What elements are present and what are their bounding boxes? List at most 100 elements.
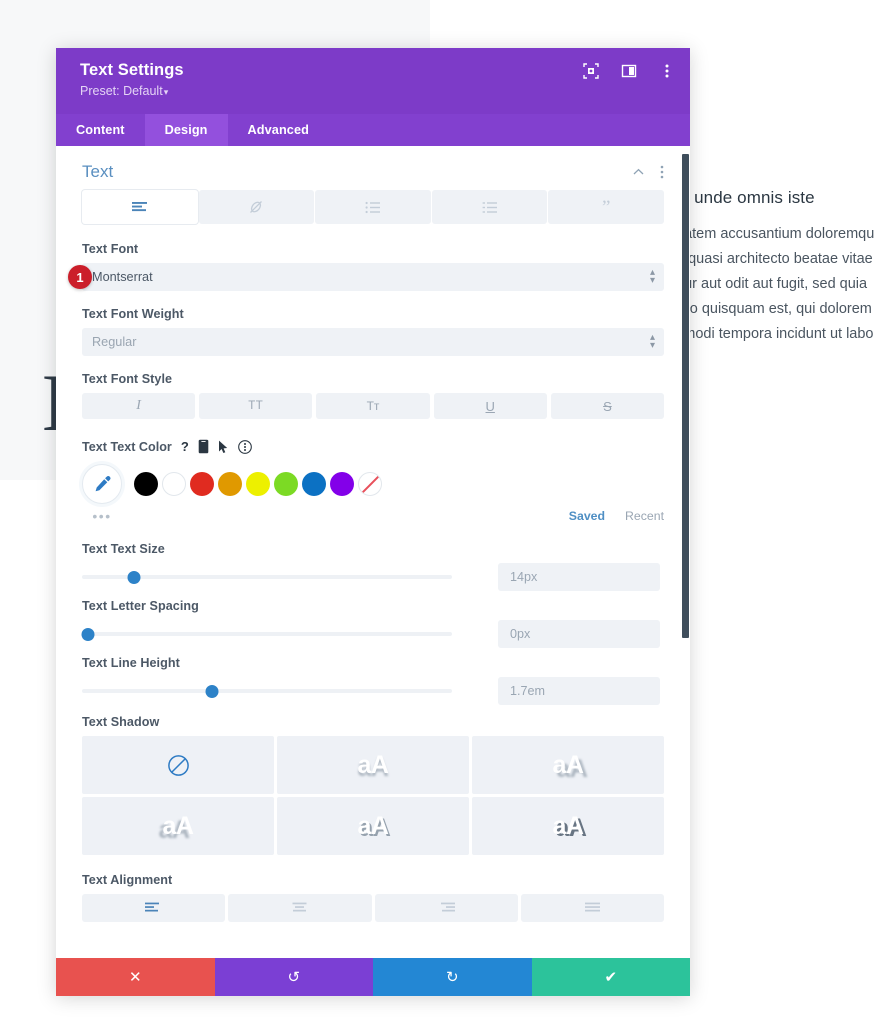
vertical-dots-icon[interactable] bbox=[660, 165, 664, 179]
shadow-preset-hard-dark[interactable]: aA bbox=[472, 797, 664, 855]
shadow-preset-down[interactable]: aA bbox=[277, 736, 469, 794]
label-text-font: Text Font bbox=[82, 242, 139, 256]
small-caps-icon: Tт bbox=[366, 399, 380, 413]
label-text-font-style: Text Font Style bbox=[82, 372, 173, 386]
swatch-red[interactable] bbox=[190, 472, 214, 496]
background-article-line: s modi tempora incidunt ut labo bbox=[672, 325, 874, 342]
help-icon[interactable]: ? bbox=[181, 439, 189, 454]
modal-header-actions bbox=[582, 62, 676, 80]
shadow-sample: aA bbox=[357, 811, 389, 840]
align-left-icon bbox=[145, 902, 160, 912]
letter-spacing-slider[interactable] bbox=[81, 621, 452, 647]
modal-header: Text Settings Preset: Default▾ bbox=[56, 48, 690, 114]
chevron-up-icon[interactable] bbox=[633, 168, 644, 176]
preset-selector[interactable]: Preset: Default▾ bbox=[80, 84, 670, 98]
close-icon: ✕ bbox=[128, 969, 142, 986]
modal-body: Text ” Text Font 1 Montserrat ▴ ▾ Text F… bbox=[56, 146, 690, 958]
swatch-black[interactable] bbox=[134, 472, 158, 496]
redo-icon: ↻ bbox=[445, 969, 459, 986]
text-size-row: Text Text Size 14px bbox=[82, 542, 664, 591]
font-style-strikethrough-button[interactable]: S bbox=[550, 393, 665, 419]
font-style-uppercase-button[interactable]: TT bbox=[199, 393, 313, 419]
label-text-size: Text Text Size bbox=[82, 542, 165, 556]
slider-thumb[interactable] bbox=[127, 570, 141, 584]
screen: E tis unde omnis iste ptatem accusantium… bbox=[0, 0, 880, 1036]
tab-advanced[interactable]: Advanced bbox=[228, 114, 329, 146]
slider-track bbox=[82, 632, 452, 636]
color-options-icon[interactable] bbox=[237, 439, 252, 454]
preset-label: Preset: Default bbox=[80, 84, 163, 98]
undo-icon: ↺ bbox=[287, 969, 301, 986]
text-font-weight-value: Regular bbox=[92, 335, 137, 349]
layout-panel-icon[interactable] bbox=[620, 62, 638, 80]
focus-icon[interactable] bbox=[582, 62, 600, 80]
line-height-value[interactable]: 1.7em bbox=[498, 677, 660, 705]
swatch-yellow[interactable] bbox=[246, 472, 270, 496]
cancel-button[interactable]: ✕ bbox=[56, 958, 215, 996]
undo-button[interactable]: ↺ bbox=[214, 958, 373, 996]
toggle-link[interactable] bbox=[198, 190, 315, 224]
align-justify-button[interactable] bbox=[520, 894, 664, 922]
section-title: Text bbox=[82, 162, 114, 181]
saved-colors-tab[interactable]: Saved bbox=[569, 509, 605, 523]
toggle-quote[interactable]: ” bbox=[548, 190, 664, 224]
shadow-preset-none[interactable] bbox=[82, 736, 274, 794]
toggle-ordered-list[interactable] bbox=[431, 190, 548, 224]
swatch-white[interactable] bbox=[162, 472, 186, 496]
line-height-slider[interactable] bbox=[82, 678, 452, 704]
align-center-icon bbox=[292, 902, 307, 912]
strikethrough-icon: S bbox=[603, 398, 612, 414]
more-options-icon[interactable] bbox=[658, 62, 676, 80]
slider-track bbox=[82, 689, 452, 693]
save-button[interactable]: ✔ bbox=[531, 958, 690, 996]
responsive-mobile-icon[interactable] bbox=[198, 439, 209, 454]
tab-design[interactable]: Design bbox=[144, 114, 228, 146]
shadow-preset-down-right[interactable]: aA bbox=[472, 736, 664, 794]
text-size-value[interactable]: 14px bbox=[498, 563, 660, 591]
shadow-sample: aA bbox=[552, 811, 584, 840]
font-style-underline-button[interactable]: U bbox=[433, 393, 547, 419]
eyedropper-icon[interactable] bbox=[82, 464, 122, 504]
select-arrows-icon: ▴ ▾ bbox=[649, 267, 655, 286]
slider-thumb[interactable] bbox=[81, 627, 95, 641]
swatch-orange[interactable] bbox=[218, 472, 242, 496]
shadow-sample: aA bbox=[162, 811, 194, 840]
toggle-paragraph[interactable] bbox=[82, 190, 198, 224]
slider-thumb[interactable] bbox=[205, 684, 218, 698]
shadow-preset-down-left[interactable]: aA bbox=[82, 797, 274, 855]
redo-button[interactable]: ↻ bbox=[373, 958, 532, 996]
background-article-line: atur aut odit aut fugit, sed quia bbox=[672, 275, 868, 292]
text-font-select[interactable]: 1 Montserrat ▴ ▾ bbox=[68, 263, 664, 291]
swatch-purple[interactable] bbox=[330, 472, 354, 496]
swatch-transparent[interactable] bbox=[358, 472, 382, 496]
recent-colors-tab[interactable]: Recent bbox=[625, 509, 664, 523]
no-shadow-icon bbox=[167, 754, 189, 776]
swatch-blue[interactable] bbox=[302, 472, 326, 496]
label-text-alignment: Text Alignment bbox=[82, 873, 173, 887]
toggle-unordered-list[interactable] bbox=[315, 190, 431, 224]
text-color-label-row: Text Text Color ? bbox=[82, 439, 664, 454]
font-style-smallcaps-button[interactable]: Tт bbox=[316, 393, 430, 419]
align-right-button[interactable] bbox=[374, 894, 518, 922]
quote-icon: ” bbox=[601, 196, 611, 218]
text-size-slider[interactable] bbox=[82, 564, 452, 590]
font-style-group: I TT Tт U S bbox=[82, 393, 665, 419]
font-style-italic-button[interactable]: I bbox=[82, 393, 196, 419]
modal-scrollbar-thumb[interactable] bbox=[682, 154, 689, 638]
text-font-weight-select[interactable]: Regular ▴ ▾ bbox=[82, 328, 664, 356]
label-line-height: Text Line Height bbox=[82, 656, 180, 670]
text-shadow-grid: aA aA aA aA aA bbox=[82, 736, 664, 855]
background-article-heading: tis unde omnis iste bbox=[672, 188, 815, 207]
align-right-icon bbox=[440, 902, 455, 912]
label-text-font-weight: Text Font Weight bbox=[82, 307, 184, 321]
swatch-green[interactable] bbox=[274, 472, 298, 496]
align-center-button[interactable] bbox=[228, 894, 372, 922]
tab-content[interactable]: Content bbox=[56, 114, 145, 146]
shadow-preset-hard[interactable]: aA bbox=[277, 797, 469, 855]
color-swatch-footer: ••• Saved Recent bbox=[82, 508, 664, 524]
step-badge-1: 1 bbox=[68, 265, 92, 289]
more-colors-icon[interactable]: ••• bbox=[82, 508, 122, 524]
align-left-button[interactable] bbox=[82, 894, 226, 922]
letter-spacing-value[interactable]: 0px bbox=[498, 620, 660, 648]
hover-cursor-icon[interactable] bbox=[218, 440, 229, 454]
